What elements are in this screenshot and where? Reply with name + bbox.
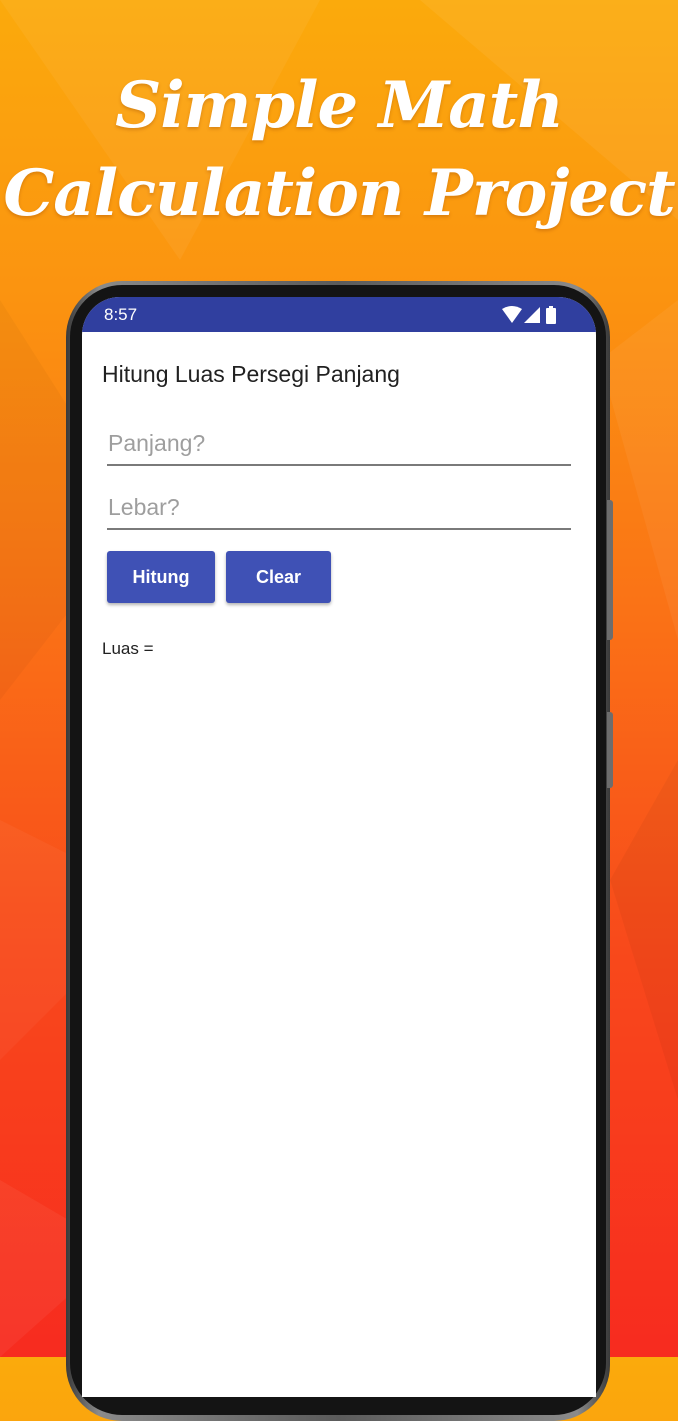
- headline-line-1: Simple Math: [115, 68, 564, 143]
- signal-icon: [524, 306, 540, 328]
- status-bar: 8:57: [82, 297, 596, 332]
- panjang-input[interactable]: [107, 426, 571, 466]
- battery-icon: [546, 306, 556, 328]
- wifi-icon: [502, 306, 522, 328]
- result-label: Luas =: [102, 639, 154, 658]
- phone-screen: 8:57 Hitung Luas Persegi Panjang Hitung …: [82, 297, 596, 1397]
- page-title: Hitung Luas Persegi Panjang: [102, 361, 400, 387]
- promo-headline: Simple Math Calculation Project: [0, 62, 678, 238]
- result-row: Luas =: [102, 639, 154, 659]
- status-time: 8:57: [104, 305, 138, 324]
- headline-line-2: Calculation Project: [3, 156, 675, 231]
- phone-volume-button: [607, 712, 613, 788]
- clear-button[interactable]: Clear: [226, 551, 331, 603]
- status-icons: [502, 306, 562, 324]
- phone-power-button: [607, 500, 613, 640]
- hitung-button[interactable]: Hitung: [107, 551, 215, 603]
- lebar-input[interactable]: [107, 490, 571, 530]
